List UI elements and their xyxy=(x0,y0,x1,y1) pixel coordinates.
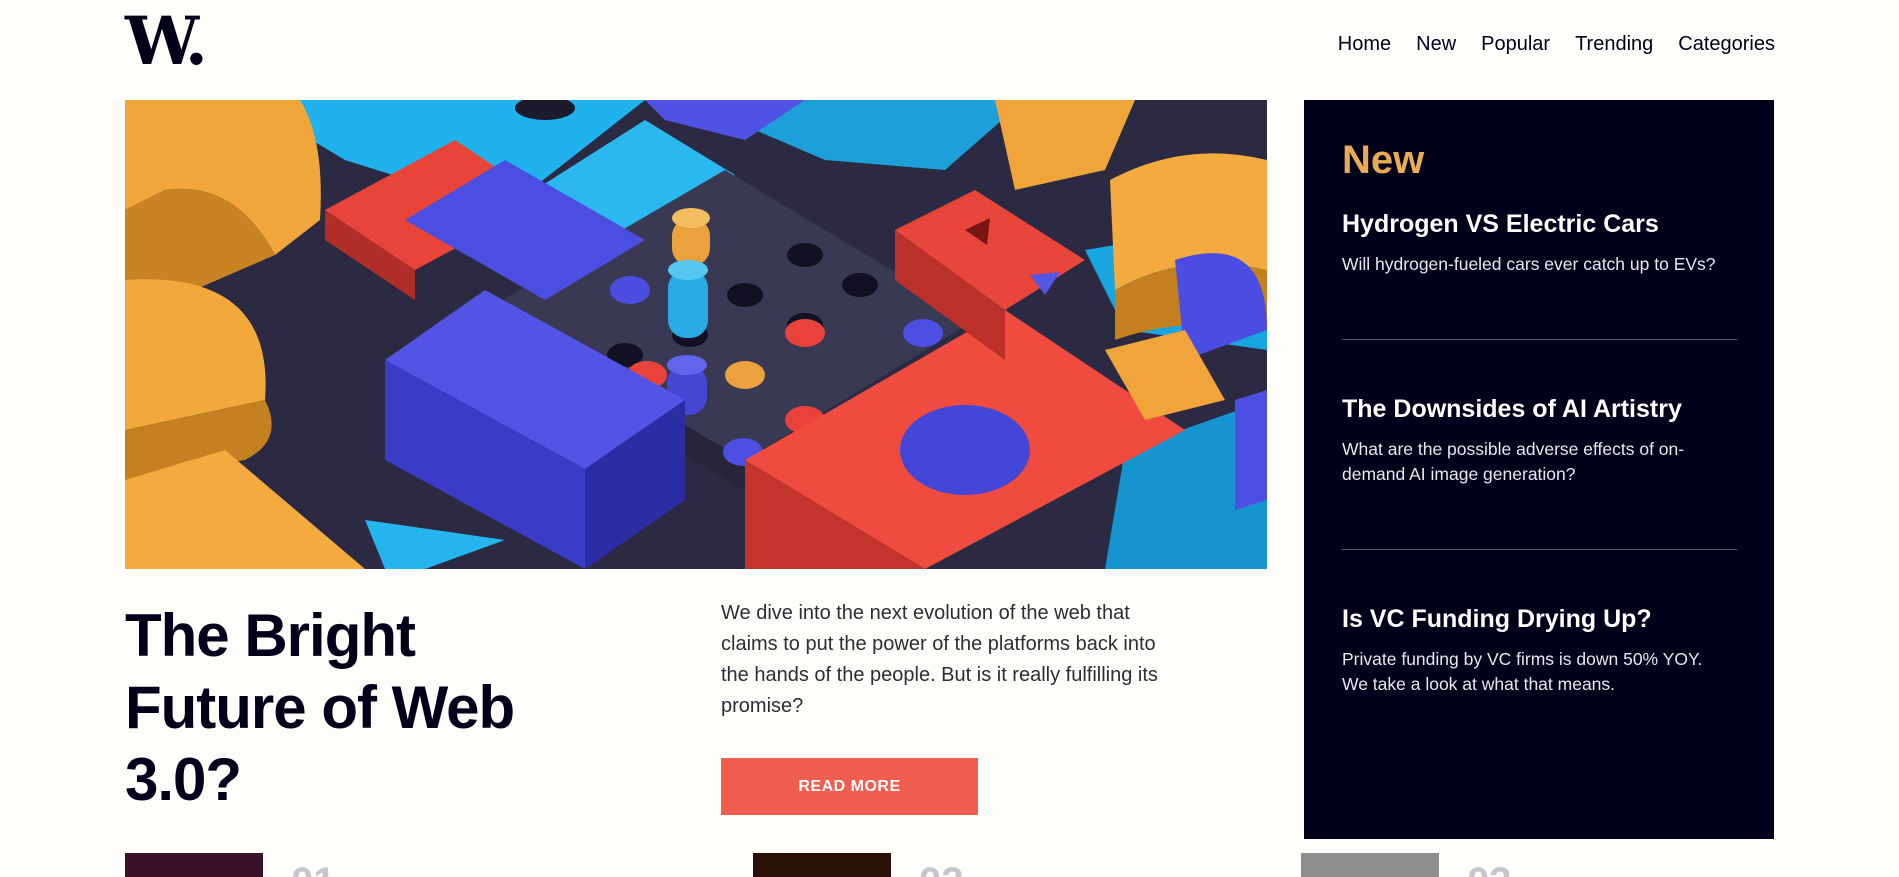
popular-thumbnail[interactable] xyxy=(125,853,263,877)
popular-item[interactable]: 02 xyxy=(753,853,964,877)
abstract-3d-blocks-image xyxy=(125,100,1267,569)
new-article-desc: What are the possible adverse effects of… xyxy=(1342,439,1685,484)
page: W. Home New Popular Trending Categories xyxy=(0,0,1899,877)
nav-new[interactable]: New xyxy=(1416,33,1456,56)
nav-trending[interactable]: Trending xyxy=(1575,33,1653,56)
logo-dot: . xyxy=(184,2,208,80)
new-article-desc: Will hydrogen-fueled cars ever catch up … xyxy=(1342,254,1716,274)
new-article-item[interactable]: Hydrogen VS Electric Cars Will hydrogen-… xyxy=(1342,209,1737,277)
new-article-desc: Private funding by VC firms is down 50% … xyxy=(1342,649,1703,694)
new-panel-title: New xyxy=(1342,138,1425,182)
popular-item[interactable]: 01 xyxy=(125,853,336,877)
new-articles-panel: New Hydrogen VS Electric Cars Will hydro… xyxy=(1304,100,1774,839)
hero-headline: The Bright Future of Web 3.0? xyxy=(125,602,515,813)
new-article-title[interactable]: Is VC Funding Drying Up? xyxy=(1342,604,1737,634)
popular-number: 03 xyxy=(1467,853,1512,877)
popular-number: 01 xyxy=(291,853,336,877)
new-article-title[interactable]: The Downsides of AI Artistry xyxy=(1342,394,1737,424)
hero-intro: We dive into the next evolution of the w… xyxy=(721,602,1158,717)
hero-image xyxy=(125,100,1267,569)
popular-thumbnail[interactable] xyxy=(1301,853,1439,877)
popular-number: 02 xyxy=(919,853,964,877)
nav-popular[interactable]: Popular xyxy=(1481,33,1550,56)
nav-home[interactable]: Home xyxy=(1338,33,1391,56)
popular-item[interactable]: 03 xyxy=(1301,853,1512,877)
new-article-item[interactable]: Is VC Funding Drying Up? Private funding… xyxy=(1342,604,1737,697)
popular-thumbnail[interactable] xyxy=(753,853,891,877)
new-article-title[interactable]: Hydrogen VS Electric Cars xyxy=(1342,209,1737,239)
main-nav: Home New Popular Trending Categories xyxy=(1338,33,1775,56)
new-article-item[interactable]: The Downsides of AI Artistry What are th… xyxy=(1342,394,1737,487)
divider xyxy=(1342,339,1737,340)
site-logo[interactable]: W. xyxy=(125,8,208,74)
divider xyxy=(1342,549,1737,550)
site-header: W. Home New Popular Trending Categories xyxy=(125,0,1775,90)
logo-letter: W xyxy=(125,2,189,80)
nav-categories[interactable]: Categories xyxy=(1678,33,1775,56)
read-more-button[interactable]: READ MORE xyxy=(721,758,978,815)
